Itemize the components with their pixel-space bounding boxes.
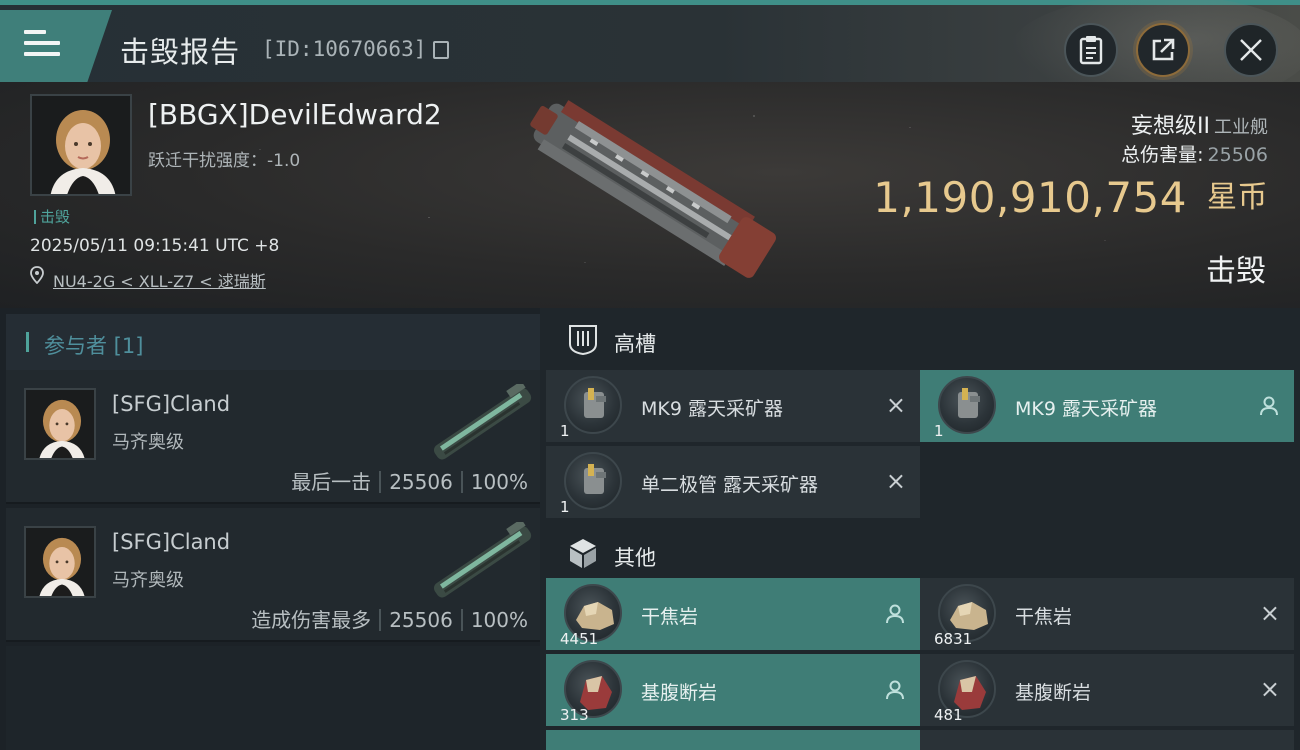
attacker-name[interactable]: [SFG]Cland bbox=[112, 530, 230, 554]
clipboard-button[interactable] bbox=[1064, 23, 1118, 77]
warp-disruption-strength: 跃迁干扰强度：-1.0 bbox=[148, 151, 301, 171]
kill-timestamp: 2025/05/11 09:15:41 UTC +8 bbox=[30, 236, 280, 256]
participants-empty-area bbox=[6, 646, 540, 750]
close-button[interactable] bbox=[1224, 23, 1278, 77]
item-quantity: 1 bbox=[934, 422, 944, 440]
menu-icon bbox=[24, 30, 60, 58]
high-slot-icon bbox=[569, 325, 597, 356]
item-name: 单二极管 露天采矿器 bbox=[641, 474, 819, 496]
cargo-item[interactable]: 4451 干焦岩 bbox=[546, 578, 920, 650]
attacker-percent: 100% bbox=[470, 608, 528, 632]
item-quantity: 481 bbox=[934, 706, 963, 724]
mining-laser-icon bbox=[564, 452, 622, 510]
other-title: 其他 bbox=[614, 546, 656, 570]
cargo-item[interactable]: 6831 干焦岩 × bbox=[920, 578, 1294, 650]
mining-laser-icon bbox=[564, 376, 622, 434]
attacker-ship-image bbox=[433, 384, 532, 460]
attacker-damage: 25506 bbox=[389, 608, 453, 632]
top-bar: 击毁报告 [ID:10670663] bbox=[0, 0, 1300, 105]
attacker-card[interactable]: [SFG]Cland 马齐奥级 最后一击 25506 100% bbox=[6, 370, 540, 504]
item-quantity: 313 bbox=[560, 706, 589, 724]
cargo-item[interactable]: 313 基腹断岩 bbox=[546, 654, 920, 726]
share-icon bbox=[1152, 38, 1175, 61]
item-quantity: 1 bbox=[560, 498, 570, 516]
total-damage-label: 总伤害量: bbox=[1121, 144, 1204, 166]
ship-category: 工业舰 bbox=[1214, 117, 1268, 138]
item-quantity: 6831 bbox=[934, 630, 973, 648]
portrait-image bbox=[26, 528, 94, 596]
high-slots-header: 高槽 bbox=[546, 308, 1300, 370]
clipboard-icon bbox=[1079, 36, 1103, 65]
isk-amount: 1,190,910,754 bbox=[873, 173, 1187, 222]
attacker-portrait[interactable] bbox=[24, 526, 96, 598]
attacker-percent: 100% bbox=[470, 470, 528, 494]
other-header: 其他 bbox=[546, 522, 1300, 584]
victim-name[interactable]: [BBGX]DevilEdward2 bbox=[148, 98, 442, 131]
item-name: MK9 露天采矿器 bbox=[641, 398, 783, 420]
victim-summary: [BBGX]DevilEdward2 跃迁干扰强度：-1.0 击毁 2025/0… bbox=[0, 82, 1300, 308]
page-title: 击毁报告 bbox=[120, 35, 241, 69]
location-pin-icon bbox=[30, 266, 44, 284]
cargo-item[interactable]: 481 基腹断岩 × bbox=[920, 654, 1294, 726]
destroyed-icon: × bbox=[1259, 675, 1280, 703]
attacker-role: 最后一击 bbox=[291, 470, 372, 494]
person-icon bbox=[886, 680, 904, 700]
high-slot-item[interactable]: 1 单二极管 露天采矿器 × bbox=[546, 446, 920, 518]
attacker-role: 造成伤害最多 bbox=[251, 608, 372, 632]
menu-button[interactable] bbox=[0, 10, 112, 82]
item-name: MK9 露天采矿器 bbox=[1015, 398, 1157, 420]
item-name: 基腹断岩 bbox=[641, 682, 718, 704]
total-damage-value: 25506 bbox=[1207, 144, 1268, 166]
participants-header: 参与者 [1] bbox=[6, 314, 540, 370]
kill-status-tag: 击毁 bbox=[34, 206, 70, 227]
attacker-ship: 马齐奥级 bbox=[112, 570, 184, 591]
ship-class-name: 妄想级II bbox=[1131, 114, 1210, 139]
attacker-ship: 马齐奥级 bbox=[112, 432, 184, 453]
high-slots-title: 高槽 bbox=[614, 332, 656, 356]
isk-value: 1,190,910,754 星币 bbox=[873, 172, 1268, 222]
attacker-portrait[interactable] bbox=[24, 388, 96, 460]
item-name: 干焦岩 bbox=[641, 606, 699, 628]
attacker-stats: 最后一击 25506 100% bbox=[291, 466, 528, 495]
item-quantity: 4451 bbox=[560, 630, 599, 648]
mining-laser-icon bbox=[938, 376, 996, 434]
fitting-panel: 高槽 1 MK9 露天采矿器 × 1 MK9 露天采矿器 1 单二极管 露天采矿… bbox=[540, 308, 1300, 750]
attacker-stats: 造成伤害最多 25506 100% bbox=[251, 604, 528, 633]
close-icon bbox=[1240, 39, 1262, 61]
item-name: 基腹断岩 bbox=[1015, 682, 1092, 704]
high-slot-item[interactable]: 1 MK9 露天采矿器 bbox=[920, 370, 1294, 442]
attacker-card[interactable]: [SFG]Cland 马齐奥级 造成伤害最多 25506 100% bbox=[6, 508, 540, 642]
destroyed-icon: × bbox=[885, 467, 906, 495]
cargo-box-icon bbox=[570, 539, 596, 568]
attacker-ship-image bbox=[433, 522, 532, 598]
attacker-damage: 25506 bbox=[389, 470, 453, 494]
kill-location-link[interactable]: NU4-2G < XLL-Z7 < 逑瑞斯 bbox=[53, 268, 266, 292]
share-button[interactable] bbox=[1136, 23, 1190, 77]
report-id: [ID:10670663] bbox=[262, 37, 427, 61]
portrait-image bbox=[32, 96, 130, 194]
victim-portrait[interactable] bbox=[30, 94, 132, 196]
person-icon bbox=[886, 604, 904, 624]
participants-title: 参与者 [1] bbox=[44, 334, 144, 358]
kill-result: 击毁 bbox=[1206, 254, 1266, 289]
destroyed-icon: × bbox=[1259, 599, 1280, 627]
item-quantity: 1 bbox=[560, 422, 570, 440]
high-slot-item[interactable]: 1 MK9 露天采矿器 × bbox=[546, 370, 920, 442]
portrait-image bbox=[26, 390, 94, 458]
victim-ship-class[interactable]: 妄想级II 工业舰 bbox=[1131, 108, 1268, 140]
victim-ship-image[interactable] bbox=[510, 96, 790, 296]
copy-icon[interactable] bbox=[433, 41, 449, 59]
attacker-name[interactable]: [SFG]Cland bbox=[112, 392, 230, 416]
participants-panel: 参与者 [1] [SFG]Cland 马齐奥级 最后一击 25506 100% … bbox=[0, 308, 540, 750]
cargo-item-partial[interactable] bbox=[920, 730, 1294, 750]
destroyed-icon: × bbox=[885, 391, 906, 419]
cargo-item-partial[interactable] bbox=[546, 730, 920, 750]
total-damage: 总伤害量: 25506 bbox=[1121, 140, 1268, 167]
isk-unit: 星币 bbox=[1207, 180, 1268, 215]
person-icon bbox=[1260, 396, 1278, 416]
item-name: 干焦岩 bbox=[1015, 606, 1073, 628]
